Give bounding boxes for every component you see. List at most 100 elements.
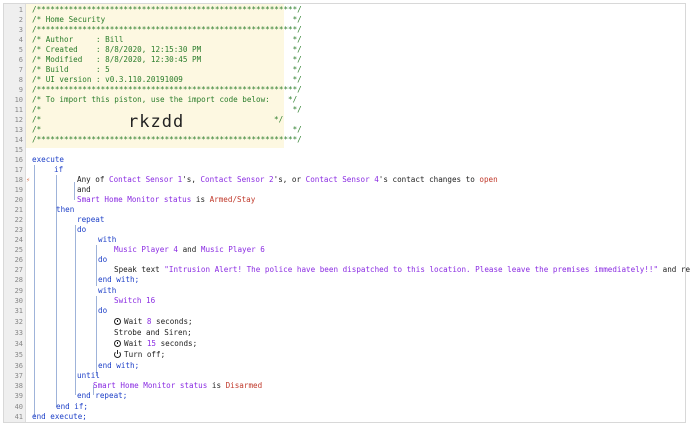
with-guide-2: [96, 296, 97, 376]
line-number: 13: [14, 126, 23, 134]
line-number: 16: [14, 156, 23, 164]
keyword-with-2[interactable]: with: [98, 286, 116, 296]
line-number: 20: [14, 196, 23, 204]
line-number: 24: [14, 236, 23, 244]
comment-line-14: /***************************************…: [32, 135, 302, 144]
line-number: 5: [18, 46, 23, 54]
line-number: 25: [14, 246, 23, 254]
piston-code-view: 1 2 3 4 5 6 7 8 9 10 11 12 13 14 15 16 17 18 19 20 21 22 23 24 2…: [3, 3, 690, 423]
line-number: 38: [14, 382, 23, 390]
keyword-if[interactable]: if: [54, 165, 63, 175]
comment-import-note: /* To import this piston, use the import…: [32, 95, 298, 104]
line-number: 34: [14, 340, 23, 348]
line-number: 21: [14, 206, 23, 214]
value-armed-stay: Armed/Stay: [209, 195, 256, 204]
value-disarmed: Disarmed: [225, 381, 263, 390]
line-number: 1: [18, 6, 23, 14]
line-number: 26: [14, 256, 23, 264]
shm-condition[interactable]: Smart Home Monitor status is Armed/Stay: [77, 195, 255, 205]
line-number: 4: [18, 36, 23, 44]
line-number: 18: [14, 176, 23, 184]
line-number: 8: [18, 76, 23, 84]
line-number: 12: [14, 116, 23, 124]
comment-line-13: /* */: [32, 125, 302, 134]
with-devices-1[interactable]: Music Player 4 and Music Player 6: [114, 245, 265, 255]
device-shm-status[interactable]: Smart Home Monitor status: [77, 195, 191, 204]
device-contact-sensor-1[interactable]: Contact Sensor 1: [109, 175, 182, 184]
keyword-execute[interactable]: execute: [32, 155, 64, 165]
line-number: 31: [14, 307, 23, 315]
keyword-with-1[interactable]: with: [98, 235, 116, 245]
line-number: 6: [18, 56, 23, 64]
comment-line-12-close: */: [274, 115, 284, 124]
comment-author: /* Author : Bill */: [32, 35, 302, 44]
comment-title: /* Home Security */: [32, 15, 302, 24]
end-repeat[interactable]: end repeat;: [77, 391, 127, 401]
line-number: 40: [14, 403, 23, 411]
device-switch-16[interactable]: Switch 16: [114, 296, 155, 305]
line-number: 9: [18, 86, 23, 94]
line-number: 14: [14, 136, 23, 144]
comment-created: /* Created : 8/8/2020, 12:15:30 PM */: [32, 45, 302, 54]
keyword-until[interactable]: until: [77, 371, 100, 381]
line-number: 39: [14, 392, 23, 400]
operator-and: and: [77, 185, 91, 194]
line-number: 19: [14, 186, 23, 194]
line-number: 23: [14, 226, 23, 234]
device-music-player-4[interactable]: Music Player 4: [114, 245, 178, 254]
strobe-siren-task[interactable]: Strobe and Siren;: [114, 328, 192, 338]
with-devices-2[interactable]: Switch 16: [114, 296, 155, 306]
line-number: 41: [14, 413, 23, 421]
power-icon: [114, 350, 121, 358]
comment-line-9: /***************************************…: [32, 85, 302, 94]
keyword-do-2[interactable]: do: [98, 255, 107, 265]
line-number: 29: [14, 287, 23, 295]
keyword-do[interactable]: do: [77, 225, 86, 235]
speak-text-task[interactable]: Speak text "Intrusion Alert! The police …: [114, 265, 690, 275]
end-execute[interactable]: end execute;: [32, 412, 87, 422]
comment-line-1: /***************************************…: [32, 5, 302, 14]
comment-ui-version: /* UI version : v0.3.110.20191009 */: [32, 75, 302, 84]
line-number: 17: [14, 166, 23, 174]
clock-icon: [114, 340, 121, 347]
comment-line-12-open: /*: [32, 115, 42, 124]
line-number: 35: [14, 351, 23, 359]
keyword-then[interactable]: then: [56, 205, 74, 215]
line-number: 10: [14, 96, 23, 104]
line-number: 15: [14, 146, 23, 154]
speak-message: "Intrusion Alert! The police have been d…: [164, 265, 659, 274]
line-number: 2: [18, 16, 23, 24]
line-number: 3: [18, 26, 23, 34]
clock-icon: [114, 318, 121, 325]
with-guide-1: [96, 245, 97, 286]
line-number: 36: [14, 362, 23, 370]
keyword-repeat[interactable]: repeat: [77, 215, 104, 225]
turn-off-task[interactable]: Turn off;: [114, 350, 165, 360]
line-number: 11: [14, 106, 23, 114]
wait-15-task[interactable]: Wait 15 seconds;: [114, 339, 197, 349]
trigger-flag-icon: ⚡: [26, 176, 31, 184]
line-number: 27: [14, 266, 23, 274]
until-condition[interactable]: Smart Home Monitor status is Disarmed: [93, 381, 262, 391]
value-open: open: [479, 175, 498, 184]
execute-guide: [34, 165, 35, 417]
comment-modified: /* Modified : 8/8/2020, 12:30:45 PM */: [32, 55, 302, 64]
device-music-player-6[interactable]: Music Player 6: [201, 245, 265, 254]
end-if[interactable]: end if;: [56, 402, 88, 412]
device-shm-status-2[interactable]: Smart Home Monitor status: [93, 381, 207, 390]
end-with-1[interactable]: end with;: [98, 275, 139, 285]
line-number: 33: [14, 329, 23, 337]
device-contact-sensor-2[interactable]: Contact Sensor 2: [200, 175, 273, 184]
line-number: 28: [14, 276, 23, 284]
comment-build: /* Build : 5 */: [32, 65, 302, 74]
line-number: 32: [14, 318, 23, 326]
line-number: 7: [18, 66, 23, 74]
line-number: 22: [14, 216, 23, 224]
repeat-guide: [75, 225, 76, 395]
trigger-condition[interactable]: Any of Contact Sensor 1's, Contact Senso…: [77, 175, 498, 185]
comment-line-3: /***************************************…: [32, 25, 302, 34]
device-contact-sensor-4[interactable]: Contact Sensor 4: [306, 175, 379, 184]
end-with-2[interactable]: end with;: [98, 361, 139, 371]
keyword-do-3[interactable]: do: [98, 306, 107, 316]
wait-8-task[interactable]: Wait 8 seconds;: [114, 317, 193, 327]
